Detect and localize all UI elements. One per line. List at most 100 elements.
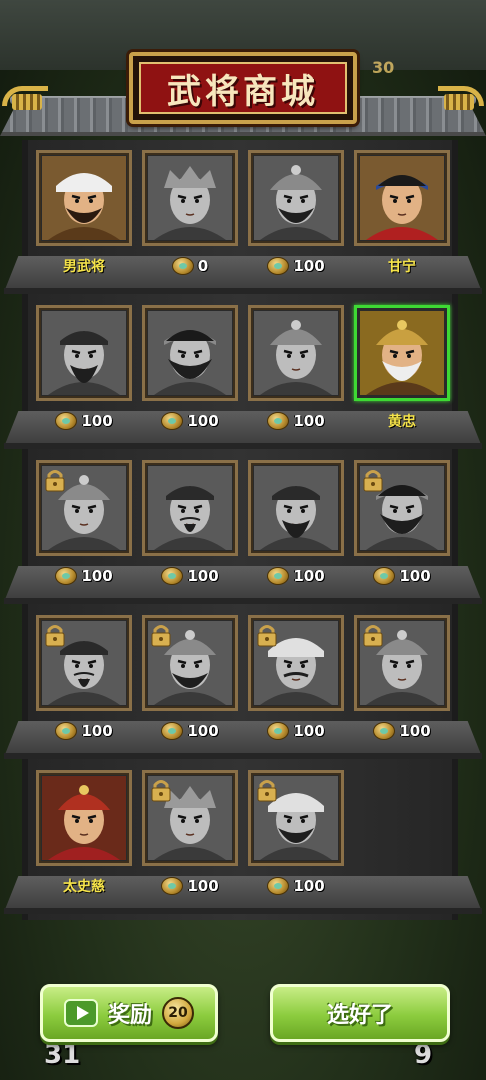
coin-icon bbox=[373, 722, 396, 740]
price-tag: 100 bbox=[248, 874, 344, 898]
lock-icon bbox=[257, 625, 277, 647]
general-portrait[interactable] bbox=[36, 150, 132, 246]
reward-count-badge: 20 bbox=[162, 997, 194, 1029]
coin-icon bbox=[267, 412, 290, 430]
general-portrait[interactable] bbox=[248, 305, 344, 401]
lock-icon bbox=[151, 780, 171, 802]
general-price: 100 bbox=[399, 722, 431, 740]
coin-icon bbox=[267, 722, 290, 740]
general-portrait[interactable] bbox=[36, 305, 132, 401]
lock-icon bbox=[257, 780, 277, 802]
general-face-icon bbox=[42, 311, 126, 395]
general-portrait[interactable] bbox=[248, 460, 344, 556]
general-slot[interactable]: 男武将 bbox=[36, 150, 132, 292]
general-portrait[interactable] bbox=[248, 615, 344, 711]
background-number: 30 bbox=[372, 58, 395, 77]
general-portrait[interactable] bbox=[36, 770, 132, 866]
right-counter: 9 bbox=[414, 1040, 433, 1070]
general-portrait[interactable] bbox=[354, 150, 450, 246]
price-tag: 100 bbox=[142, 874, 238, 898]
general-slot[interactable]: 100 bbox=[354, 615, 450, 757]
lock-icon bbox=[45, 470, 65, 492]
reward-button-label: 奖励 bbox=[107, 1002, 152, 1028]
general-portrait[interactable] bbox=[36, 460, 132, 556]
video-play-icon bbox=[63, 999, 98, 1027]
coin-icon bbox=[161, 877, 184, 895]
general-price: 100 bbox=[293, 877, 325, 895]
price-tag: 100 bbox=[142, 409, 238, 433]
general-slot[interactable]: 100 bbox=[36, 305, 132, 447]
general-slot[interactable]: 0 bbox=[142, 150, 238, 292]
general-slot[interactable]: 100 bbox=[248, 615, 344, 757]
general-slot[interactable]: 黄忠 bbox=[354, 305, 450, 447]
shelf-row: 100 100 100 bbox=[0, 460, 486, 610]
general-portrait[interactable] bbox=[142, 460, 238, 556]
general-slot[interactable]: 甘宁 bbox=[354, 150, 450, 292]
eave-ornament-right bbox=[434, 80, 484, 120]
general-portrait[interactable] bbox=[142, 615, 238, 711]
general-face-icon bbox=[148, 466, 232, 550]
price-tag: 100 bbox=[142, 719, 238, 743]
price-tag: 0 bbox=[142, 254, 238, 278]
coin-icon bbox=[373, 567, 396, 585]
confirm-button[interactable]: 选好了 bbox=[270, 984, 450, 1042]
coin-icon bbox=[171, 257, 194, 275]
price-tag: 100 bbox=[248, 719, 344, 743]
title-plaque: 武将商城 bbox=[129, 52, 357, 124]
general-price: 100 bbox=[293, 567, 325, 585]
general-slot[interactable]: 100 bbox=[36, 460, 132, 602]
left-counter: 31 bbox=[44, 1040, 81, 1070]
general-portrait[interactable] bbox=[354, 305, 450, 401]
general-face-icon bbox=[360, 311, 444, 395]
general-portrait[interactable] bbox=[248, 150, 344, 246]
price-tag: 100 bbox=[354, 564, 450, 588]
general-slot[interactable]: 100 bbox=[248, 150, 344, 292]
reward-count: 20 bbox=[168, 1005, 188, 1021]
general-face-icon bbox=[148, 156, 232, 240]
reward-button[interactable]: 奖励 20 bbox=[40, 984, 218, 1042]
general-slot[interactable]: 100 bbox=[36, 615, 132, 757]
general-name: 黄忠 bbox=[388, 414, 416, 430]
general-face-icon bbox=[360, 156, 444, 240]
general-price: 100 bbox=[187, 567, 219, 585]
general-face-icon bbox=[254, 156, 338, 240]
price-tag: 100 bbox=[248, 254, 344, 278]
general-price: 100 bbox=[187, 722, 219, 740]
general-slot[interactable]: 100 bbox=[142, 305, 238, 447]
general-slot[interactable]: 100 bbox=[354, 460, 450, 602]
price-tag: 100 bbox=[248, 564, 344, 588]
general-slot[interactable]: 100 bbox=[142, 460, 238, 602]
coin-icon bbox=[267, 257, 290, 275]
general-price: 100 bbox=[293, 412, 325, 430]
general-slot[interactable]: 100 bbox=[248, 305, 344, 447]
general-slot[interactable]: 100 bbox=[142, 770, 238, 912]
general-price: 100 bbox=[81, 567, 113, 585]
general-face-icon bbox=[254, 311, 338, 395]
general-portrait[interactable] bbox=[142, 150, 238, 246]
general-portrait[interactable] bbox=[142, 770, 238, 866]
price-tag: 100 bbox=[36, 719, 132, 743]
general-slot[interactable]: 太史慈 bbox=[36, 770, 132, 912]
general-portrait[interactable] bbox=[248, 770, 344, 866]
general-portrait[interactable] bbox=[354, 615, 450, 711]
general-price: 100 bbox=[81, 412, 113, 430]
price-tag: 100 bbox=[354, 719, 450, 743]
general-slot[interactable]: 100 bbox=[248, 460, 344, 602]
general-face-icon bbox=[42, 156, 126, 240]
general-price: 100 bbox=[399, 567, 431, 585]
coin-icon bbox=[55, 412, 78, 430]
general-price: 100 bbox=[187, 412, 219, 430]
owned-label: 男武将 bbox=[36, 254, 132, 278]
general-portrait[interactable] bbox=[36, 615, 132, 711]
shelf-row: 太史慈 100 100 bbox=[0, 770, 486, 920]
general-price: 100 bbox=[187, 877, 219, 895]
general-slot[interactable]: 100 bbox=[248, 770, 344, 912]
general-portrait[interactable] bbox=[142, 305, 238, 401]
general-portrait[interactable] bbox=[354, 460, 450, 556]
general-name: 太史慈 bbox=[63, 879, 105, 895]
general-face-icon bbox=[42, 776, 126, 860]
price-tag: 100 bbox=[36, 564, 132, 588]
general-slot[interactable]: 100 bbox=[142, 615, 238, 757]
coin-icon bbox=[55, 567, 78, 585]
lock-icon bbox=[151, 625, 171, 647]
